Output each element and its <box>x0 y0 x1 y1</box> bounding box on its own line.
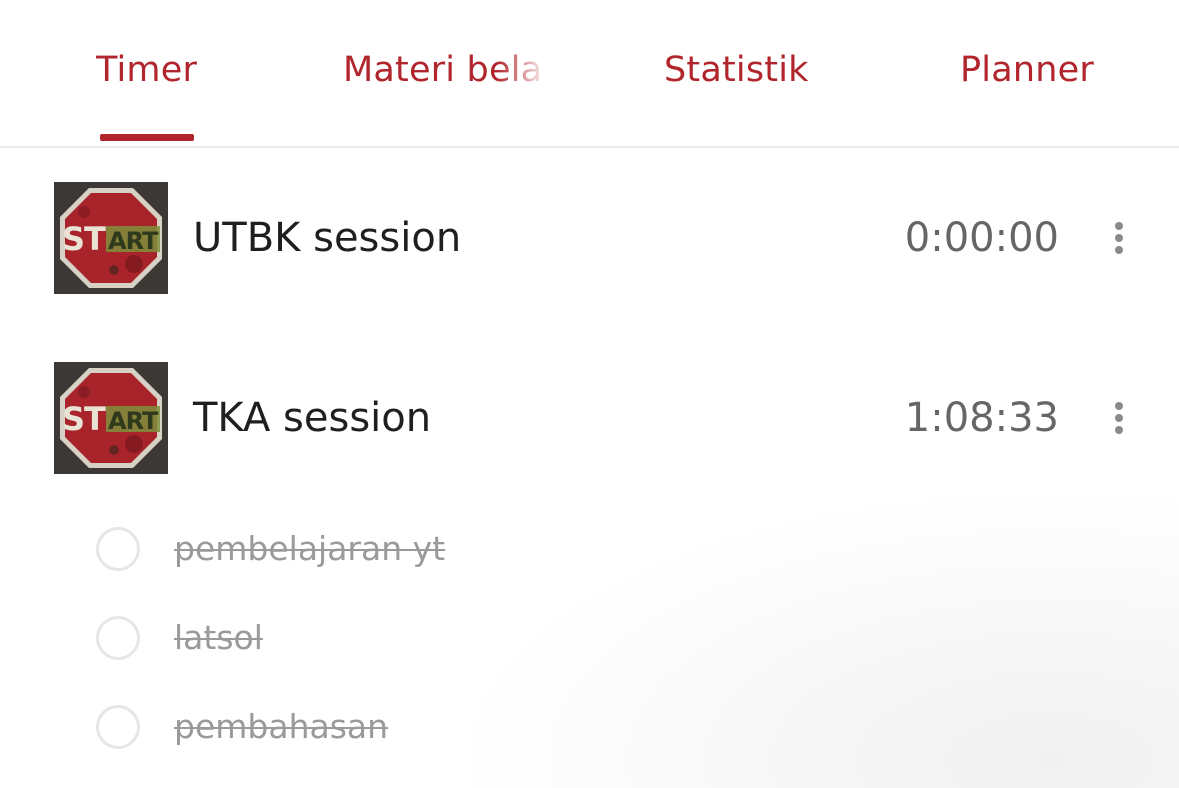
svg-text:ST: ST <box>62 400 106 438</box>
task-item: pembahasan <box>0 698 700 758</box>
tab-materi-belajar[interactable]: Materi belajar <box>343 44 540 96</box>
task-checkbox[interactable] <box>96 527 140 571</box>
task-checkbox[interactable] <box>96 705 140 749</box>
session-name: UTBK session <box>193 215 462 261</box>
more-vertical-icon[interactable] <box>1108 398 1130 438</box>
tab-bar: Timer Materi belajar Statistik Planner <box>0 0 1179 148</box>
tab-planner[interactable]: Planner <box>960 44 1120 96</box>
task-label: pembahasan <box>174 707 389 746</box>
session-name: TKA session <box>193 395 432 441</box>
task-label: pembelajaran yt <box>174 529 446 568</box>
session-row[interactable]: ST ART UTBK session 0:00:00 <box>0 182 1179 296</box>
task-item: latsol <box>0 609 700 669</box>
svg-text:ART: ART <box>108 407 159 435</box>
active-tab-indicator <box>100 134 194 141</box>
stop-start-sign-image: ST ART <box>54 182 168 294</box>
task-checkbox[interactable] <box>96 616 140 660</box>
session-time: 1:08:33 <box>904 395 1059 441</box>
svg-text:ART: ART <box>108 227 159 255</box>
session-row[interactable]: ST ART TKA session 1:08:33 <box>0 362 1179 476</box>
stop-start-sign-image: ST ART <box>54 362 168 474</box>
tab-statistik[interactable]: Statistik <box>664 44 824 96</box>
session-time: 0:00:00 <box>904 215 1059 261</box>
tab-timer[interactable]: Timer <box>96 44 216 96</box>
task-item: pembelajaran yt <box>0 520 700 580</box>
svg-text:ST: ST <box>62 220 106 258</box>
task-label: latsol <box>174 618 263 657</box>
more-vertical-icon[interactable] <box>1108 218 1130 258</box>
